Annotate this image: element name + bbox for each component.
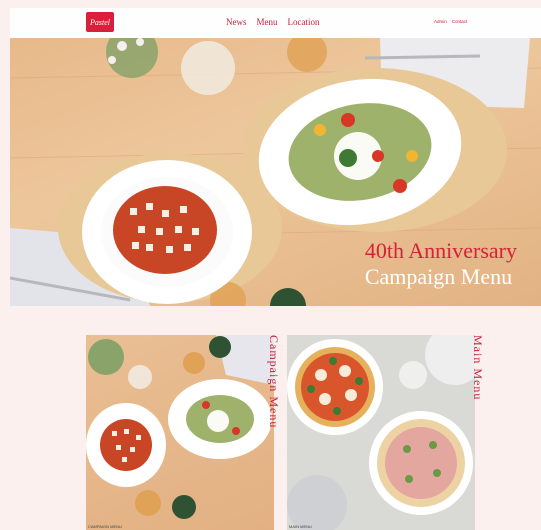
tomato-gnocchi — [113, 186, 217, 274]
nav-location[interactable]: Location — [288, 17, 320, 27]
site-logo[interactable]: Pastel — [86, 12, 114, 32]
campaign-menu-caption: CAMPAIGN MENU — [88, 524, 122, 529]
hero-title-line1: 40th Anniversary — [364, 238, 517, 263]
main-menu-card[interactable] — [287, 335, 475, 530]
site-header: Pastel News Menu Location Admin Contact — [10, 8, 541, 38]
hero-banner[interactable]: 40th Anniversary Campaign Menu — [10, 38, 541, 306]
bottle-green — [270, 288, 306, 306]
main-menu-photo — [287, 335, 475, 530]
glass-drink — [287, 38, 327, 72]
main-menu-caption: MAIN MENU — [289, 524, 312, 529]
glass-water — [181, 41, 235, 95]
campaign-menu-label[interactable]: Campaign Menu — [266, 335, 281, 428]
nav-menu[interactable]: Menu — [257, 17, 278, 27]
hero-title-line2: Campaign Menu — [364, 264, 513, 289]
utility-nav: Admin Contact — [434, 19, 467, 24]
campaign-menu-photo — [86, 335, 274, 519]
hero-title: 40th Anniversary Campaign Menu — [365, 238, 517, 290]
main-menu-label[interactable]: Main Menu — [470, 335, 485, 400]
main-nav: News Menu Location — [226, 17, 320, 27]
campaign-menu-card[interactable] — [86, 335, 274, 530]
nav-news[interactable]: News — [226, 17, 247, 27]
page: Pastel News Menu Location Admin Contact — [0, 0, 541, 530]
util-contact[interactable]: Contact — [452, 19, 468, 24]
util-admin[interactable]: Admin — [434, 19, 447, 24]
